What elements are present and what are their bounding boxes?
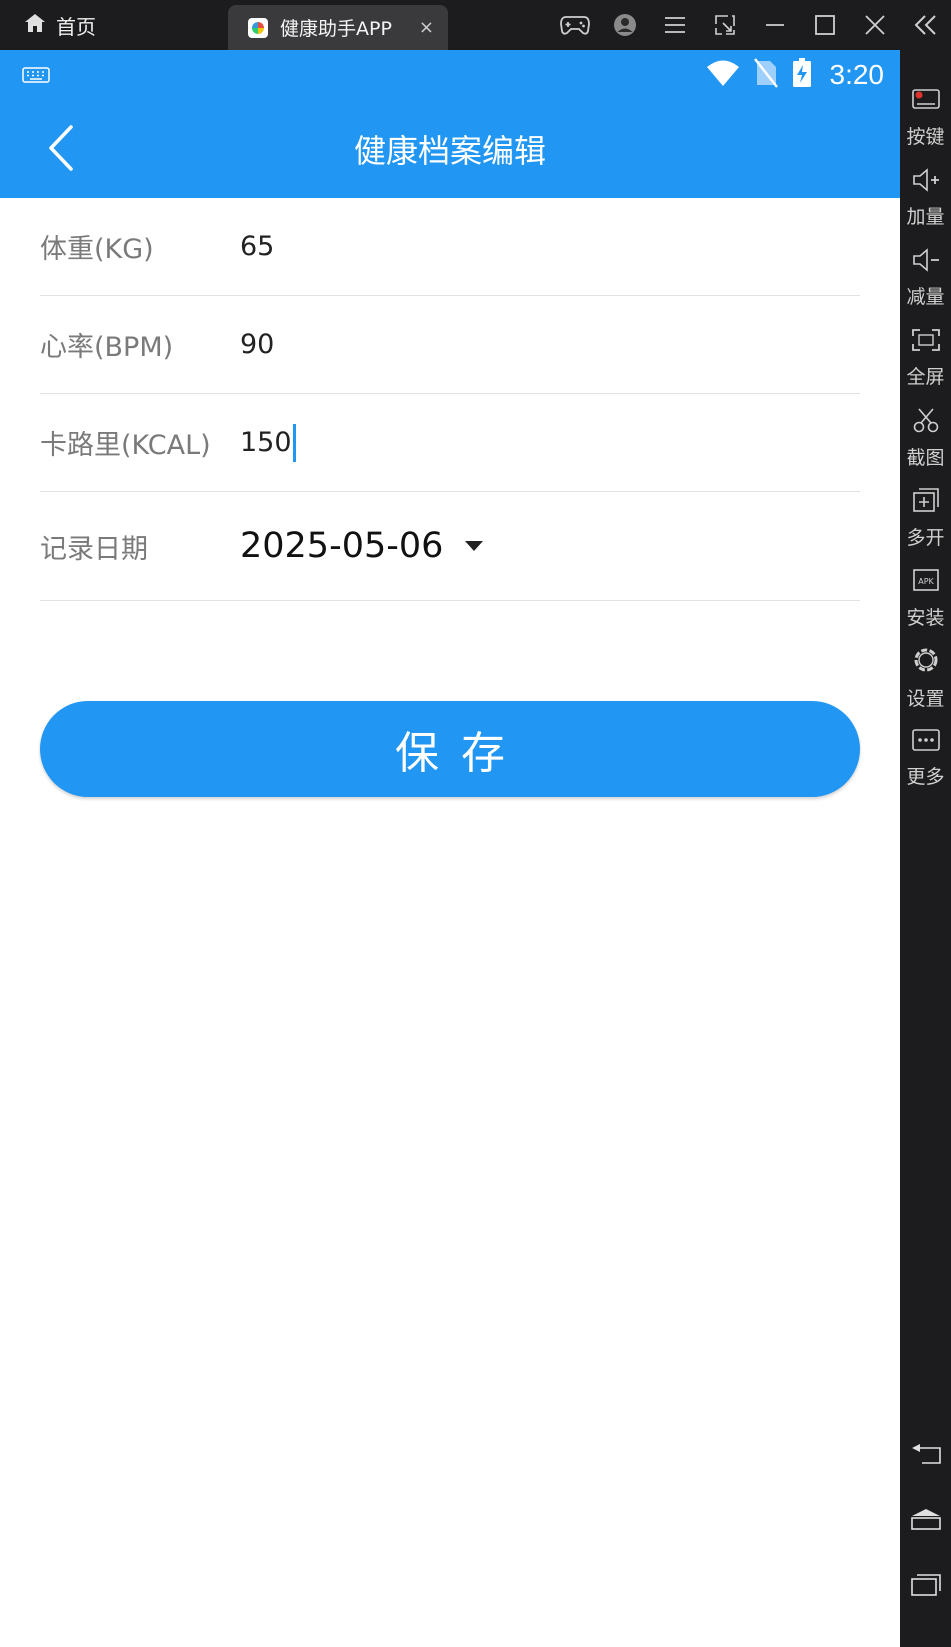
- status-time: 3:20: [829, 59, 885, 90]
- save-button[interactable]: 保存: [40, 701, 860, 797]
- sidebar-label-more: 更多: [906, 765, 945, 788]
- android-recents-button[interactable]: [900, 1561, 951, 1611]
- maximize-icon[interactable]: [800, 0, 850, 50]
- android-home-button[interactable]: [900, 1496, 951, 1546]
- keymap-icon: [911, 88, 941, 116]
- keyboard-icon: [22, 67, 50, 87]
- sidebar-label-settings: 设置: [906, 687, 945, 710]
- app-tab-label: 健康助手APP: [280, 18, 392, 40]
- house-icon: [910, 1508, 942, 1534]
- sidebar-item-screenshot[interactable]: 截图: [900, 398, 951, 478]
- heart-rate-label: 心率(BPM): [40, 332, 174, 363]
- health-record-form: 体重(KG) 65 心率(BPM) 90 卡路里(KCAL) 150 记录日期 …: [40, 198, 860, 601]
- gamepad-icon[interactable]: [550, 0, 600, 50]
- sidebar-item-more[interactable]: 更多: [900, 718, 951, 798]
- recent-apps-icon: [910, 1572, 942, 1600]
- home-tab[interactable]: 首页: [24, 0, 96, 50]
- multi-instance-icon: [911, 487, 941, 517]
- apk-icon: APK: [911, 567, 941, 597]
- record-date-label: 记录日期: [40, 533, 148, 565]
- calories-row: 卡路里(KCAL) 150: [40, 394, 860, 492]
- more-icon: [911, 728, 941, 756]
- window-controls: [550, 0, 900, 50]
- sidebar-item-fullscreen[interactable]: 全屏: [900, 318, 951, 398]
- sidebar-label-volume-up: 加量: [906, 205, 945, 228]
- sidebar-label-multi-instance: 多开: [906, 526, 945, 549]
- close-icon[interactable]: ×: [419, 17, 434, 38]
- app-tab[interactable]: 健康助手APP ×: [228, 5, 448, 50]
- sidebar-label-screenshot: 截图: [906, 446, 945, 469]
- fullscreen-icon: [911, 328, 941, 356]
- gear-icon: [911, 646, 941, 678]
- status-bar: 3:20: [0, 50, 900, 100]
- weight-label: 体重(KG): [40, 234, 154, 265]
- minimize-icon[interactable]: [750, 0, 800, 50]
- app-favicon-icon: [248, 17, 268, 38]
- battery-charging-icon: [792, 58, 812, 92]
- home-icon: [24, 13, 46, 38]
- sidebar-label-volume-down: 减量: [906, 285, 945, 308]
- calories-label: 卡路里(KCAL): [40, 430, 211, 461]
- calories-input[interactable]: 150: [240, 423, 296, 462]
- record-date-picker[interactable]: 2025-05-06: [240, 526, 484, 566]
- shrink-window-icon[interactable]: [700, 0, 750, 50]
- emulator-sidebar: 按键 加量 减量 全屏 截图 多开 APK 安装 设置 更多: [900, 50, 951, 1647]
- sidebar-item-keymap[interactable]: 按键: [900, 78, 951, 158]
- chevron-left-icon: [47, 124, 75, 176]
- dropdown-arrow-icon: [465, 541, 484, 551]
- volume-up-icon: [911, 167, 941, 196]
- weight-input[interactable]: 65: [240, 231, 274, 262]
- sidebar-label-fullscreen: 全屏: [906, 365, 945, 388]
- calories-input-value: 150: [240, 427, 292, 458]
- weight-row: 体重(KG) 65: [40, 198, 860, 296]
- text-cursor: [292, 423, 296, 462]
- account-icon[interactable]: [600, 0, 650, 50]
- sidebar-label-install-apk: 安装: [906, 606, 945, 629]
- emulator-titlebar: 首页 健康助手APP ×: [0, 0, 951, 50]
- record-date-value: 2025-05-06: [240, 526, 444, 566]
- scissors-icon: [911, 407, 941, 437]
- no-sim-icon: [753, 58, 778, 92]
- menu-icon[interactable]: [650, 0, 700, 50]
- record-date-row: 记录日期 2025-05-06: [40, 492, 860, 601]
- home-tab-label: 首页: [56, 14, 96, 39]
- collapse-sidebar-icon[interactable]: [900, 0, 951, 50]
- sidebar-item-settings[interactable]: 设置: [900, 638, 951, 718]
- heart-rate-input[interactable]: 90: [240, 329, 274, 360]
- sidebar-item-multi-instance[interactable]: 多开: [900, 478, 951, 558]
- wifi-icon: [706, 59, 740, 91]
- sidebar-item-install-apk[interactable]: APK 安装: [900, 558, 951, 638]
- back-arrow-icon: [910, 1443, 942, 1469]
- sidebar-label-keymap: 按键: [906, 125, 945, 148]
- sidebar-item-volume-up[interactable]: 加量: [900, 158, 951, 238]
- back-button[interactable]: [36, 120, 86, 180]
- page-title: 健康档案编辑: [353, 132, 546, 170]
- sidebar-item-volume-down[interactable]: 减量: [900, 238, 951, 318]
- app-bar: 健康档案编辑: [0, 100, 900, 198]
- svg-text:APK: APK: [918, 577, 934, 586]
- heart-rate-row: 心率(BPM) 90: [40, 296, 860, 394]
- android-back-button[interactable]: [900, 1431, 951, 1481]
- volume-down-icon: [911, 247, 941, 276]
- close-window-icon[interactable]: [850, 0, 900, 50]
